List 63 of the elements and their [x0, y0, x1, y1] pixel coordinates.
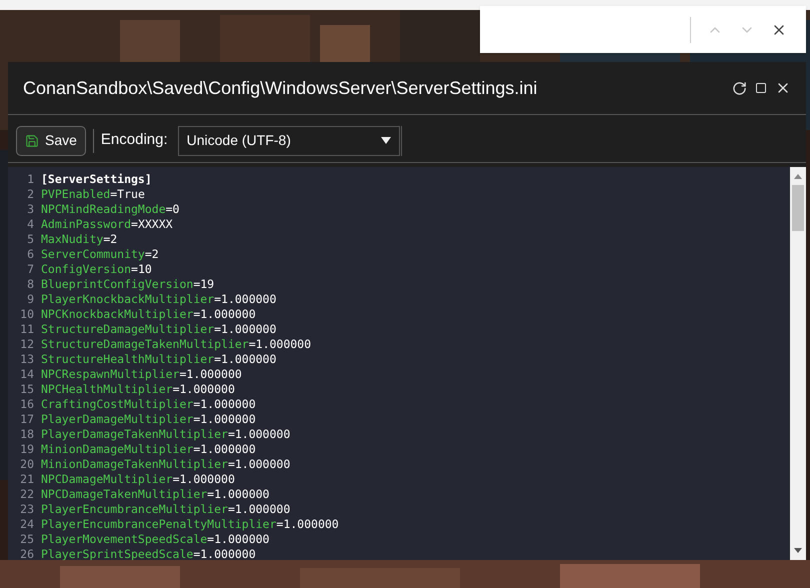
code-line: ServerCommunity=2 [41, 247, 159, 262]
line-number: 1 [26, 172, 34, 187]
line-number: 25 [19, 532, 34, 547]
line-number: 9 [26, 292, 34, 307]
line-number: 3 [26, 202, 34, 217]
code-line: NPCHealthMultiplier=1.000000 [41, 382, 235, 397]
line-number: 14 [19, 367, 34, 382]
line-number: 22 [19, 487, 34, 502]
line-number: 6 [26, 247, 34, 262]
code-line: PlayerMovementSpeedScale=1.000000 [41, 532, 270, 547]
scroll-thumb[interactable] [792, 185, 804, 231]
line-number: 5 [26, 232, 34, 247]
dropdown-arrow-icon [380, 137, 391, 144]
line-number: 20 [19, 457, 34, 472]
code-line: NPCDamageMultiplier=1.000000 [41, 472, 235, 487]
line-number: 7 [26, 262, 34, 277]
code-line: NPCMindReadingMode=0 [41, 202, 180, 217]
code-line: StructureDamageMultiplier=1.000000 [41, 322, 276, 337]
code-editor[interactable] [8, 167, 806, 560]
code-line: MinionDamageTakenMultiplier=1.000000 [41, 457, 290, 472]
line-number: 2 [26, 187, 34, 202]
code-line: PlayerKnockbackMultiplier=1.000000 [41, 292, 276, 307]
scroll-up-icon[interactable] [794, 174, 802, 179]
code-line: NPCKnockbackMultiplier=1.000000 [41, 307, 256, 322]
code-line: NPCDamageTakenMultiplier=1.000000 [41, 487, 270, 502]
code-line: PlayerEncumbranceMultiplier=1.000000 [41, 502, 290, 517]
code-line: BlueprintConfigVersion=19 [41, 277, 214, 292]
code-line: StructureHealthMultiplier=1.000000 [41, 352, 276, 367]
line-number: 18 [19, 427, 34, 442]
code-line: PlayerEncumbrancePenaltyMultiplier=1.000000 [41, 517, 339, 532]
line-number: 4 [26, 217, 34, 232]
code-line: AdminPassword=XXXXX [41, 217, 173, 232]
code-line: MinionDamageMultiplier=1.000000 [41, 442, 256, 457]
line-number: 24 [19, 517, 34, 532]
scroll-down-icon[interactable] [794, 548, 802, 553]
save-button[interactable]: Save [16, 126, 86, 156]
window-title: ConanSandbox\Saved\Config\WindowsServer\ServerSettings.ini [23, 76, 538, 100]
code-line: MaxNudity=2 [41, 232, 118, 247]
code-line: PlayerDamageMultiplier=1.000000 [41, 412, 256, 427]
maximize-icon[interactable] [755, 82, 767, 94]
line-number: 17 [19, 412, 34, 427]
line-number: 26 [19, 547, 34, 560]
line-number: 12 [19, 337, 34, 352]
code-line: PlayerDamageTakenMultiplier=1.000000 [41, 427, 290, 442]
line-number: 16 [19, 397, 34, 412]
code-line: ConfigVersion=10 [41, 262, 152, 277]
line-number: 10 [19, 307, 34, 322]
line-number: 8 [26, 277, 34, 292]
line-number: 13 [19, 352, 34, 367]
encoding-dropdown[interactable]: Unicode (UTF-8) [178, 126, 400, 156]
code-line: PVPEnabled=True [41, 187, 145, 202]
line-number: 19 [19, 442, 34, 457]
code-line: StructureDamageTakenMultiplier=1.000000 [41, 337, 312, 352]
line-number: 11 [19, 322, 34, 337]
line-number: 15 [19, 382, 34, 397]
line-number: 21 [19, 472, 34, 487]
save-icon [25, 134, 39, 148]
encoding-label: Encoding: [100, 130, 168, 150]
line-number: 23 [19, 502, 34, 517]
code-line: NPCRespawnMultiplier=1.000000 [41, 367, 242, 382]
code-line: [ServerSettings] [41, 172, 152, 187]
reload-icon[interactable] [732, 80, 747, 96]
code-line: CraftingCostMultiplier=1.000000 [41, 397, 256, 412]
